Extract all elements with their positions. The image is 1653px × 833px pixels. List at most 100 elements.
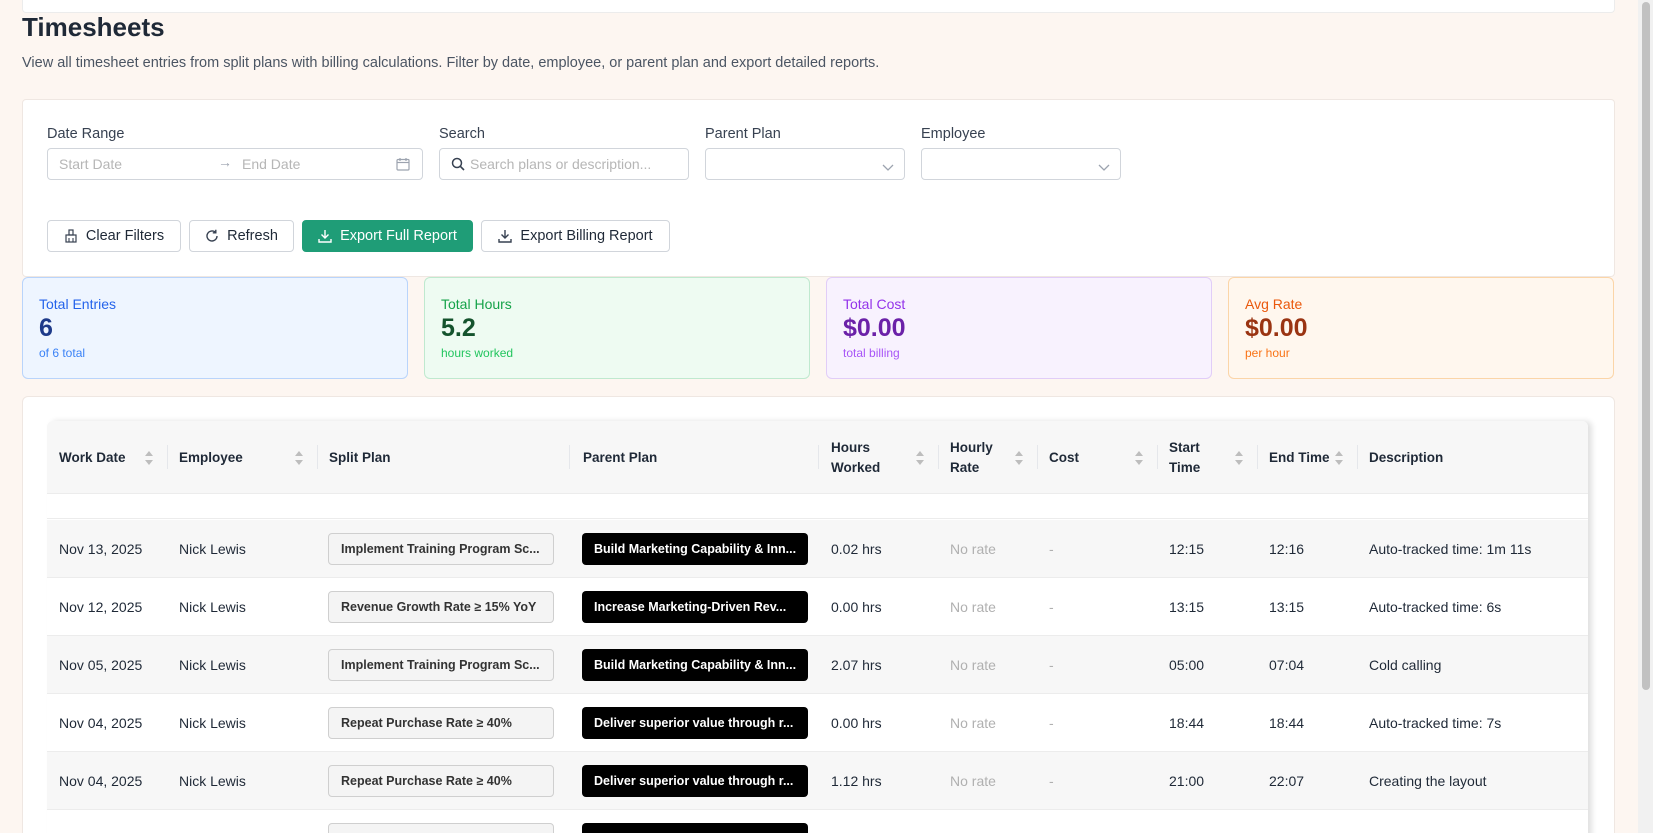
table-row[interactable]: Nov 05, 2025 Nick Lewis Implement Training… xyxy=(47,636,1588,694)
stat-value: $0.00 xyxy=(843,314,906,342)
col-work-date[interactable]: Work Date xyxy=(59,421,126,494)
cell-hourly-rate: No rate xyxy=(950,810,996,833)
clear-filters-label: Clear Filters xyxy=(85,228,165,244)
split-plan-tag[interactable]: Implement Training Program Sc... xyxy=(328,533,554,565)
stat-value: 6 xyxy=(39,314,53,342)
cell-cost: - xyxy=(1049,715,1054,731)
employee-label: Employee xyxy=(921,126,986,142)
arrow-right-icon: → xyxy=(218,154,232,170)
refresh-button[interactable]: Refresh xyxy=(189,220,294,252)
split-plan-tag[interactable]: Repeat Purchase Rate ≥ 40% xyxy=(328,765,554,797)
clear-filters-button[interactable]: Clear Filters xyxy=(47,220,181,252)
col-end-time[interactable]: End Time xyxy=(1269,421,1330,494)
stat-label: Total Entries xyxy=(39,296,117,312)
col-description[interactable]: Description xyxy=(1369,421,1443,494)
parent-plan-tag[interactable]: Deliver superior value through r... xyxy=(582,707,808,739)
stat-total-cost: Total Cost $0.00 total billing xyxy=(826,277,1212,379)
split-plan-tag[interactable]: Implement Training Program Sc... xyxy=(328,649,554,681)
table-row[interactable]: Nov 12, 2025 Nick Lewis Revenue Growth Rat… xyxy=(47,578,1588,636)
cell-start-time: 13:15 xyxy=(1169,599,1205,615)
col-hourly-rate[interactable]: Hourly Rate xyxy=(950,421,993,494)
col-employee[interactable]: Employee xyxy=(179,421,243,494)
table-row[interactable]: Nov 13, 2025 Nick Lewis Implement Training… xyxy=(47,520,1588,578)
col-start-time[interactable]: Start Time xyxy=(1169,421,1200,494)
sort-icon[interactable] xyxy=(915,450,925,466)
cell-hourly-rate: No rate xyxy=(950,599,996,615)
export-billing-report-label: Export Billing Report xyxy=(520,228,653,244)
cell-work-date: Nov 05, 2025 xyxy=(59,657,143,673)
parent-plan-tag[interactable]: Build Marketing Capability & Inn... xyxy=(582,533,808,565)
split-plan-tag[interactable]: Revenue Growth Rate ≥ 15% YoY xyxy=(328,591,554,623)
parent-plan-tag[interactable]: Deliver superior value through r... xyxy=(582,765,808,797)
cell-start-time: 05:00 xyxy=(1169,657,1205,673)
stat-value: $0.00 xyxy=(1245,314,1308,342)
cell-description: Auto-tracked time: 7s xyxy=(1369,715,1502,731)
cell-end-time: 22:07 xyxy=(1269,773,1305,789)
sort-icon[interactable] xyxy=(144,450,154,466)
cell-end-time: 18:44 xyxy=(1269,715,1305,731)
download-icon xyxy=(318,229,332,243)
col-split-plan[interactable]: Split Plan xyxy=(329,421,391,494)
cell-hourly-rate: No rate xyxy=(950,657,996,673)
stat-label: Total Hours xyxy=(441,296,512,312)
cell-hours-worked: 2.07 hrs xyxy=(831,657,882,673)
split-plan-tag[interactable]: Repeat Purchase Rate ≥ 40% xyxy=(328,707,554,739)
export-billing-report-button[interactable]: Export Billing Report xyxy=(481,220,670,252)
cell-hours-worked: 0.00 hrs xyxy=(831,810,882,833)
cell-work-date: Nov 04, 2025 xyxy=(59,773,143,789)
search-label: Search xyxy=(439,126,485,142)
parent-plan-tag[interactable]: Deliver superior value through r... xyxy=(582,823,808,833)
sort-icon[interactable] xyxy=(294,450,304,466)
search-placeholder: Search plans or description... xyxy=(470,156,652,172)
cell-work-date: Nov 12, 2025 xyxy=(59,599,143,615)
page-scrollbar-thumb[interactable] xyxy=(1642,2,1650,690)
chevron-down-icon xyxy=(1098,159,1110,175)
export-full-report-label: Export Full Report xyxy=(340,228,457,244)
cell-description: Creating the project xyxy=(1369,810,1491,833)
cell-employee: Nick Lewis xyxy=(179,810,246,833)
parent-plan-select[interactable] xyxy=(705,148,905,180)
table-row[interactable]: Nov 04, 2025 Nick Lewis Repeat Purchase Ra… xyxy=(47,810,1588,833)
cell-hours-worked: 0.00 hrs xyxy=(831,599,882,615)
cell-start-time: 18:44 xyxy=(1169,715,1205,731)
sort-icon[interactable] xyxy=(1014,450,1024,466)
cell-end-time: 13:15 xyxy=(1269,599,1305,615)
export-full-report-button[interactable]: Export Full Report xyxy=(302,220,473,252)
sort-icon[interactable] xyxy=(1134,450,1144,466)
sort-icon[interactable] xyxy=(1234,450,1244,466)
stat-sub: of 6 total xyxy=(39,346,86,360)
col-cost[interactable]: Cost xyxy=(1049,421,1079,494)
stat-sub: per hour xyxy=(1245,346,1290,360)
cell-hours-worked: 0.00 hrs xyxy=(831,715,882,731)
split-plan-tag[interactable]: Repeat Purchase Rate ≥ 40% xyxy=(328,823,554,833)
parent-plan-tag[interactable]: Build Marketing Capability & Inn... xyxy=(582,649,808,681)
cell-description: Creating the layout xyxy=(1369,773,1487,789)
cell-employee: Nick Lewis xyxy=(179,541,246,557)
search-icon xyxy=(451,157,465,174)
stat-sub: hours worked xyxy=(441,346,514,360)
cell-cost: - xyxy=(1049,599,1054,615)
sort-icon[interactable] xyxy=(1334,450,1344,466)
col-hours-worked[interactable]: Hours Worked xyxy=(831,421,880,494)
search-input[interactable]: Search plans or description... xyxy=(439,148,689,180)
timesheet-table: Work Date Employee Split Plan Parent Pla… xyxy=(47,421,1588,833)
calendar-icon xyxy=(396,157,410,174)
employee-select[interactable] xyxy=(921,148,1121,180)
date-range-picker[interactable]: Start Date → End Date xyxy=(47,148,423,180)
table-header-spacer xyxy=(47,494,1588,519)
end-date-input[interactable]: End Date xyxy=(242,156,300,172)
cell-end-time: 14:00 xyxy=(1269,810,1304,833)
start-date-input[interactable]: Start Date xyxy=(59,156,122,172)
stat-label: Avg Rate xyxy=(1245,296,1303,312)
cell-description: Auto-tracked time: 6s xyxy=(1369,599,1502,615)
stat-total-hours: Total Hours 5.2 hours worked xyxy=(424,277,810,379)
page-description: View all timesheet entries from split pl… xyxy=(22,55,880,71)
parent-plan-tag[interactable]: Increase Marketing-Driven Rev... xyxy=(582,591,808,623)
cell-hours-worked: 1.12 hrs xyxy=(831,773,882,789)
table-row[interactable]: Nov 04, 2025 Nick Lewis Repeat Purchase Ra… xyxy=(47,752,1588,810)
cell-end-time: 07:04 xyxy=(1269,657,1305,673)
table-row[interactable]: Nov 04, 2025 Nick Lewis Repeat Purchase Ra… xyxy=(47,694,1588,752)
cell-start-time: 21:00 xyxy=(1169,773,1205,789)
refresh-label: Refresh xyxy=(227,228,278,244)
col-parent-plan[interactable]: Parent Plan xyxy=(583,421,657,494)
